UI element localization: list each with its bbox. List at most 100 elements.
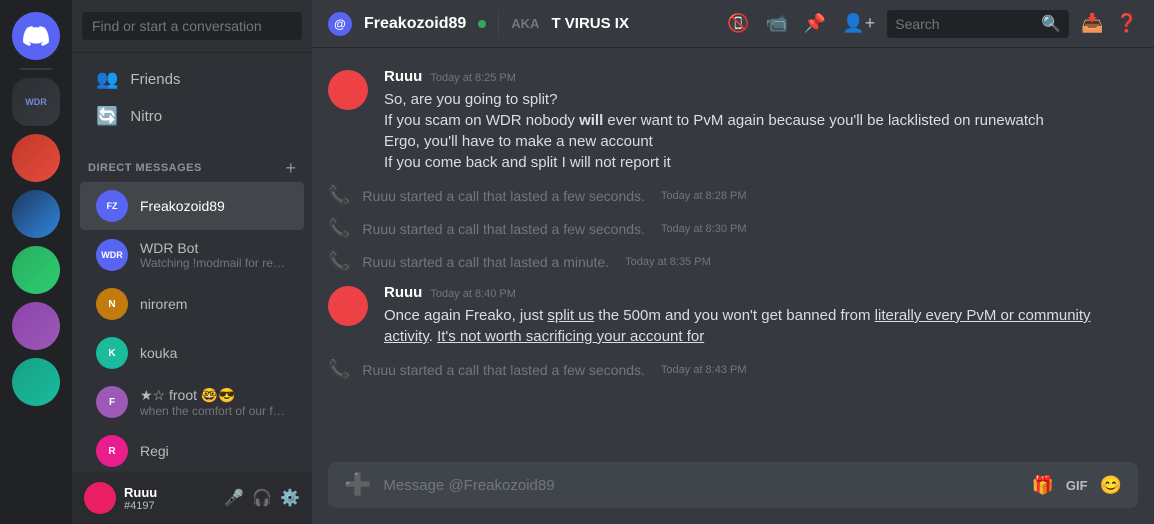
message-input-area: ➕ 🎁 GIF 😊	[312, 462, 1154, 524]
sys-text-2: Ruuu started a call that lasted a few se…	[362, 221, 645, 237]
chat-header-username: Freakozoid89	[364, 15, 466, 33]
msg-avatar-ruuu-1	[328, 70, 368, 110]
friends-icon: 👥	[96, 69, 118, 90]
system-message-2: 📞 Ruuu started a call that lasted a few …	[312, 214, 1154, 243]
msg-timestamp-2: Today at 8:40 PM	[430, 288, 516, 300]
msg-text-1c: Ergo, you'll have to make a new account	[384, 131, 1138, 152]
sys-timestamp-3: Today at 8:35 PM	[625, 256, 711, 268]
dm-avatar-regi: R	[96, 435, 128, 467]
dm-preview-froot: when the comfort of our failu...	[140, 404, 288, 418]
message-input[interactable]	[383, 477, 1019, 494]
dm-preview-wdrbot: Watching !modmail for repor...	[140, 256, 288, 270]
dm-info-freakozoid89: Freakozoid89	[140, 198, 288, 214]
server-divider	[20, 68, 52, 70]
input-right-icons: 🎁 GIF 😊	[1031, 475, 1122, 496]
dm-info-froot: ★☆ froot 🤓😎 when the comfort of our fail…	[140, 387, 288, 418]
search-icon: 🔍	[1041, 14, 1061, 34]
system-message-3: 📞 Ruuu started a call that lasted a minu…	[312, 247, 1154, 276]
chat-header-avatar: @	[328, 12, 352, 36]
msg-timestamp-1: Today at 8:25 PM	[430, 72, 516, 84]
messages-container: Ruuu Today at 8:25 PM So, are you going …	[312, 48, 1154, 462]
input-add-button[interactable]: ➕	[344, 472, 371, 498]
search-bar	[72, 0, 312, 53]
sys-text-3: Ruuu started a call that lasted a minute…	[362, 254, 609, 270]
system-message-1: 📞 Ruuu started a call that lasted a few …	[312, 181, 1154, 210]
emoji-icon[interactable]: 😊	[1100, 475, 1122, 496]
mute-call-icon[interactable]: 📵	[727, 13, 749, 34]
dm-section-label: DIRECT MESSAGES	[88, 162, 202, 174]
add-friend-icon[interactable]: 👤+	[842, 13, 875, 34]
chat-area: @ Freakozoid89 AKA T VIRUS IX 📵 📹 📌 👤+ 🔍…	[312, 0, 1154, 524]
dm-name-wdrbot: WDR Bot	[140, 240, 288, 256]
video-icon[interactable]: 📹	[765, 13, 787, 34]
dm-list: FZ Freakozoid89 WDR WDR Bot Watching !mo…	[72, 181, 312, 472]
sys-text-4: Ruuu started a call that lasted a few se…	[362, 362, 645, 378]
dm-name-froot: ★☆ froot 🤓😎	[140, 387, 288, 404]
server-avatar-3[interactable]	[12, 246, 60, 294]
server-avatar-4[interactable]	[12, 302, 60, 350]
dm-item-froot[interactable]: F ★☆ froot 🤓😎 when the comfort of our fa…	[80, 378, 304, 426]
server-wdr-icon[interactable]: WDR	[12, 78, 60, 126]
inbox-icon[interactable]: 📥	[1081, 13, 1103, 34]
msg-username-1: Ruuu	[384, 68, 422, 85]
pin-icon[interactable]: 📌	[804, 13, 826, 34]
message-group-2: Ruuu Today at 8:40 PM Once again Freako,…	[312, 280, 1154, 351]
message-group-1: Ruuu Today at 8:25 PM So, are you going …	[312, 64, 1154, 177]
msg-text-1d: If you come back and split I will not re…	[384, 152, 1138, 173]
nav-item-friends[interactable]: 👥 Friends	[80, 61, 304, 98]
header-search: 🔍	[887, 10, 1069, 38]
dm-name-regi: Regi	[140, 443, 288, 459]
msg-content-1: Ruuu Today at 8:25 PM So, are you going …	[384, 68, 1138, 173]
nitro-label: Nitro	[130, 108, 162, 125]
dm-info-wdrbot: WDR Bot Watching !modmail for repor...	[140, 240, 288, 270]
message-input-container: ➕ 🎁 GIF 😊	[328, 462, 1138, 508]
dm-add-button[interactable]: +	[285, 159, 296, 177]
dm-info-nirorem: nirorem	[140, 296, 288, 312]
gift-icon[interactable]: 🎁	[1031, 475, 1053, 496]
sys-timestamp-4: Today at 8:43 PM	[661, 364, 747, 376]
header-divider	[498, 12, 499, 36]
alias-name: T VIRUS IX	[551, 15, 629, 32]
user-panel-tag: #4197	[124, 500, 216, 512]
server-sidebar: WDR	[0, 0, 72, 524]
deafen-icon[interactable]: 🎧	[252, 488, 272, 508]
msg-avatar-ruuu-2	[328, 286, 368, 326]
dm-info-regi: Regi	[140, 443, 288, 459]
dm-item-nirorem[interactable]: N nirorem	[80, 280, 304, 328]
dm-avatar-wdrbot: WDR	[96, 239, 128, 271]
msg-header-2: Ruuu Today at 8:40 PM	[384, 284, 1138, 301]
mute-icon[interactable]: 🎤	[224, 488, 244, 508]
dm-item-kouka[interactable]: K kouka	[80, 329, 304, 377]
nav-item-nitro[interactable]: 🔄 Nitro	[80, 98, 304, 135]
server-avatar-1[interactable]	[12, 134, 60, 182]
dm-item-freakozoid89[interactable]: FZ Freakozoid89	[80, 182, 304, 230]
nav-items: 👥 Friends 🔄 Nitro	[72, 53, 312, 143]
sys-timestamp-1: Today at 8:28 PM	[661, 190, 747, 202]
msg-header-1: Ruuu Today at 8:25 PM	[384, 68, 1138, 85]
msg-text-2a: Once again Freako, just split us the 500…	[384, 305, 1138, 347]
msg-text-1b: If you scam on WDR nobody will ever want…	[384, 110, 1138, 131]
nitro-icon: 🔄	[96, 106, 118, 127]
dm-info-kouka: kouka	[140, 345, 288, 361]
dm-item-regi[interactable]: R Regi	[80, 427, 304, 472]
header-search-input[interactable]	[895, 16, 1035, 32]
msg-content-2: Ruuu Today at 8:40 PM Once again Freako,…	[384, 284, 1138, 347]
system-message-4: 📞 Ruuu started a call that lasted a few …	[312, 355, 1154, 384]
dm-avatar-freakozoid89: FZ	[96, 190, 128, 222]
user-panel-name: Ruuu	[124, 485, 216, 500]
gif-icon[interactable]: GIF	[1066, 478, 1088, 493]
server-avatar-5[interactable]	[12, 358, 60, 406]
dm-avatar-kouka: K	[96, 337, 128, 369]
server-avatar-2[interactable]	[12, 190, 60, 238]
settings-icon[interactable]: ⚙️	[280, 488, 300, 508]
call-icon-3: 📞	[328, 251, 350, 272]
call-icon-4: 📞	[328, 359, 350, 380]
help-icon[interactable]: ❓	[1116, 13, 1138, 34]
dm-sidebar: 👥 Friends 🔄 Nitro DIRECT MESSAGES + FZ F…	[72, 0, 312, 524]
dm-item-wdrbot[interactable]: WDR WDR Bot Watching !modmail for repor.…	[80, 231, 304, 279]
user-panel-avatar	[84, 482, 116, 514]
search-input[interactable]	[82, 12, 302, 40]
chat-header: @ Freakozoid89 AKA T VIRUS IX 📵 📹 📌 👤+ 🔍…	[312, 0, 1154, 48]
online-status-dot	[478, 20, 486, 28]
home-server-icon[interactable]	[12, 12, 60, 60]
